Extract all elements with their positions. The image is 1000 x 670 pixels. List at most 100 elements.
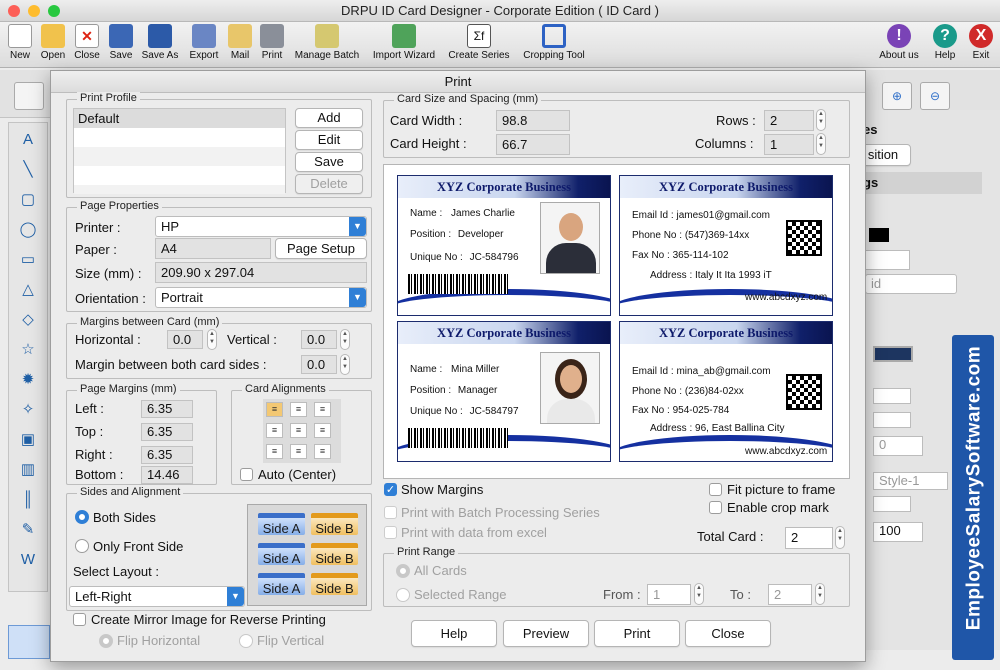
close-button[interactable]: Close xyxy=(685,620,771,647)
toolbar-save-as-button[interactable]: Save As xyxy=(139,24,181,61)
vertical-margin-field[interactable]: 0.0 xyxy=(301,330,337,349)
columns-stepper[interactable]: ▲ ▼ xyxy=(816,133,826,155)
toolbar-new-button[interactable]: New xyxy=(6,24,34,61)
toolbar-create-series-button[interactable]: Σf Create Series xyxy=(445,24,513,61)
selected-range-radio[interactable] xyxy=(396,588,410,602)
columns-field[interactable]: 1 xyxy=(764,134,814,155)
page-setup-button[interactable]: Page Setup xyxy=(275,238,367,259)
panel-field[interactable] xyxy=(873,496,911,512)
toolbar-close-button[interactable]: ✕ Close xyxy=(72,24,102,61)
profile-list[interactable]: Default xyxy=(73,108,286,194)
barcode-tool-icon[interactable]: ║ xyxy=(15,488,41,512)
card-height-field[interactable]: 66.7 xyxy=(496,134,570,155)
printer-select[interactable]: HP ▼ xyxy=(155,216,367,237)
color-swatch-navy[interactable] xyxy=(873,346,913,362)
rows-field[interactable]: 2 xyxy=(764,110,814,131)
toolbar-open-button[interactable]: Open xyxy=(38,24,68,61)
rows-stepper[interactable]: ▲ ▼ xyxy=(816,109,826,131)
both-sides-margin-field[interactable]: 0.0 xyxy=(301,355,337,374)
toolbar-save-button[interactable]: Save xyxy=(107,24,135,61)
size-field[interactable]: 209.90 x 297.04 xyxy=(155,262,367,283)
rectangle-tool-icon[interactable]: ▢ xyxy=(15,188,41,212)
toolbar-cropping-tool-button[interactable]: Cropping Tool xyxy=(518,24,590,61)
panel-field[interactable]: 0 xyxy=(873,436,923,456)
batch-series-checkbox[interactable] xyxy=(384,506,397,519)
align-bottom-right-icon[interactable]: ≡ xyxy=(314,444,331,459)
line-tool-icon[interactable]: ╲ xyxy=(15,158,41,182)
horizontal-margin-field[interactable]: 0.0 xyxy=(167,330,203,349)
toolbar-export-button[interactable]: Export xyxy=(186,24,222,61)
ellipse-tool-icon[interactable]: ◯ xyxy=(15,218,41,242)
diamond-tool-icon[interactable]: ◇ xyxy=(15,308,41,332)
total-card-field[interactable]: 2 xyxy=(785,527,833,549)
panel-field[interactable] xyxy=(865,250,910,270)
auto-center-checkbox[interactable] xyxy=(240,468,253,481)
card-width-field[interactable]: 98.8 xyxy=(496,110,570,131)
mirror-image-checkbox[interactable] xyxy=(73,613,86,626)
toolbar-manage-batch-button[interactable]: Manage Batch xyxy=(291,24,363,61)
zoom-out-icon[interactable]: ⊖ xyxy=(920,82,950,110)
orientation-select[interactable]: Portrait ▼ xyxy=(155,287,367,308)
toolbar-mail-button[interactable]: Mail xyxy=(226,24,254,61)
toolbar-exit-button[interactable]: X Exit xyxy=(966,24,996,61)
toolbar-about-button[interactable]: ! About us xyxy=(876,24,922,61)
align-top-right-icon[interactable]: ≡ xyxy=(314,402,331,417)
vertical-stepper[interactable]: ▲ ▼ xyxy=(340,329,350,350)
toolbar-import-wizard-button[interactable]: Import Wizard xyxy=(368,24,440,61)
right-margin-field[interactable]: 6.35 xyxy=(141,446,193,464)
layout-select[interactable]: Left-Right ▼ xyxy=(69,586,245,607)
profile-save-button[interactable]: Save xyxy=(295,152,363,172)
card-tab-icon[interactable] xyxy=(8,625,50,659)
horizontal-stepper[interactable]: ▲ ▼ xyxy=(207,329,217,350)
align-middle-right-icon[interactable]: ≡ xyxy=(314,423,331,438)
from-field[interactable]: 1 xyxy=(647,584,691,605)
panel-field[interactable] xyxy=(873,412,911,428)
align-bottom-left-icon[interactable]: ≡ xyxy=(266,444,283,459)
panel-field[interactable] xyxy=(873,388,911,404)
window-zoom-dot[interactable] xyxy=(48,5,60,17)
panel-field[interactable]: 100 xyxy=(873,522,923,542)
all-cards-radio[interactable] xyxy=(396,564,410,578)
flip-vertical-radio[interactable] xyxy=(239,634,253,648)
total-card-stepper[interactable]: ▲ ▼ xyxy=(835,526,845,549)
show-margins-checkbox[interactable]: ✓ xyxy=(384,483,397,496)
align-top-center-icon[interactable]: ≡ xyxy=(290,402,307,417)
left-margin-field[interactable]: 6.35 xyxy=(141,400,193,418)
window-minimize-dot[interactable] xyxy=(28,5,40,17)
both-sides-radio[interactable] xyxy=(75,510,89,524)
top-margin-field[interactable]: 6.35 xyxy=(141,423,193,441)
to-field[interactable]: 2 xyxy=(768,584,812,605)
both-sides-stepper[interactable]: ▲ ▼ xyxy=(340,354,350,375)
data-excel-checkbox[interactable] xyxy=(384,526,397,539)
toolbar-help-button[interactable]: ? Help xyxy=(930,24,960,61)
profile-edit-button[interactable]: Edit xyxy=(295,130,363,150)
help-button[interactable]: Help xyxy=(411,620,497,647)
align-bottom-center-icon[interactable]: ≡ xyxy=(290,444,307,459)
align-top-left-icon[interactable]: ≡ xyxy=(266,402,283,417)
panel-style-field[interactable]: Style-1 xyxy=(873,472,948,490)
burst-tool-icon[interactable]: ✹ xyxy=(15,368,41,392)
panel-dropdown[interactable]: id xyxy=(865,274,957,294)
signature-tool-icon[interactable]: ✎ xyxy=(15,518,41,542)
crop-mark-checkbox[interactable] xyxy=(709,501,722,514)
rounded-rect-tool-icon[interactable]: ▭ xyxy=(15,248,41,272)
text-tool-icon[interactable]: A xyxy=(15,128,41,152)
watermark-tool-icon[interactable]: W xyxy=(15,548,41,572)
front-only-radio[interactable] xyxy=(75,539,89,553)
profile-list-item[interactable]: Default xyxy=(74,109,285,128)
zoom-in-icon[interactable]: ⊕ xyxy=(882,82,912,110)
align-middle-center-icon[interactable]: ≡ xyxy=(290,423,307,438)
profile-add-button[interactable]: Add xyxy=(295,108,363,128)
from-stepper[interactable]: ▲ ▼ xyxy=(694,583,704,605)
flip-horizontal-radio[interactable] xyxy=(99,634,113,648)
image-tool-icon[interactable]: ▣ xyxy=(15,428,41,452)
preview-button[interactable]: Preview xyxy=(503,620,589,647)
window-close-dot[interactable] xyxy=(8,5,20,17)
fit-picture-checkbox[interactable] xyxy=(709,483,722,496)
star-tool-icon[interactable]: ☆ xyxy=(15,338,41,362)
paper-field[interactable]: A4 xyxy=(155,238,271,259)
align-middle-left-icon[interactable]: ≡ xyxy=(266,423,283,438)
color-swatch[interactable] xyxy=(869,228,889,242)
profile-delete-button[interactable]: Delete xyxy=(295,174,363,194)
triangle-tool-icon[interactable]: △ xyxy=(15,278,41,302)
